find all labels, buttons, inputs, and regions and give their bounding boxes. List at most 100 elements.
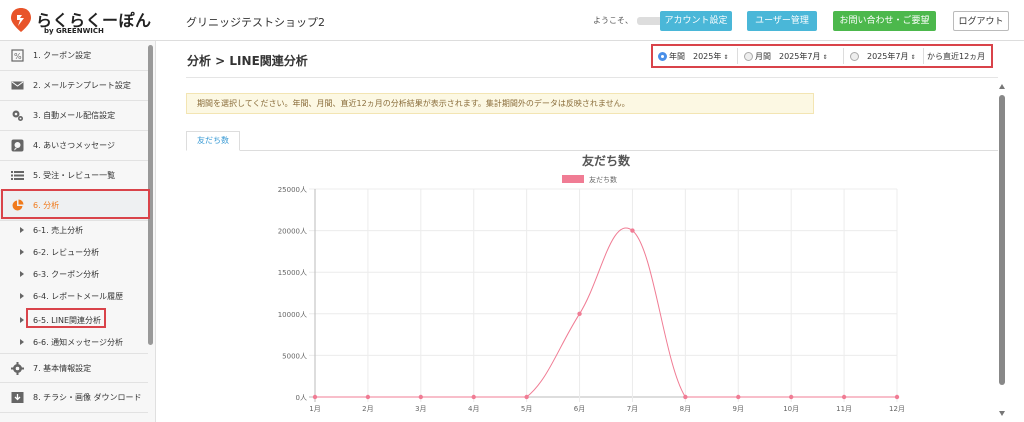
sidebar-item-label: 1. クーポン設定 — [33, 51, 92, 60]
sidebar-item-label: 2. メールテンプレート設定 — [33, 81, 131, 90]
radio-month[interactable] — [744, 52, 753, 61]
sidebar: % 1. クーポン設定 2. メールテンプレート設定 3. 自動メール配信設定 … — [0, 41, 156, 422]
recent-select[interactable]: 2025年7月 ⇕ — [864, 49, 924, 64]
data-point — [788, 394, 794, 400]
app-logo[interactable]: らくらくーぽん by GREENWICH — [10, 6, 151, 36]
divider — [737, 48, 738, 64]
shop-name: グリニッジテストショップ2 — [186, 16, 325, 29]
coupon-icon: % — [11, 49, 24, 62]
sidebar-item-orders[interactable]: 5. 受注・レビュー一覧 — [0, 161, 148, 191]
sidebar-subitem-coupon[interactable]: 6-3. クーポン分析 — [0, 263, 148, 285]
sidebar-subitem-sales[interactable]: 6-1. 売上分析 — [0, 219, 148, 241]
x-tick-label: 7月 — [627, 405, 638, 413]
scroll-up-arrow-icon[interactable] — [999, 84, 1005, 89]
radio-recent[interactable] — [850, 52, 859, 61]
list-icon — [11, 171, 24, 180]
pie-chart-icon — [12, 199, 24, 211]
caret-right-icon — [20, 317, 24, 323]
divider — [923, 48, 924, 64]
sidebar-item-label: 8. チラシ・画像 ダウンロード — [33, 393, 142, 402]
sidebar-item-label: 5. 受注・レビュー一覧 — [33, 171, 116, 180]
sidebar-subitem-line[interactable]: 6-5. LINE関連分析 — [0, 309, 148, 331]
radio-year[interactable] — [658, 52, 667, 61]
sidebar-subitem-notification[interactable]: 6-6. 通知メッセージ分析 — [0, 331, 148, 353]
sidebar-item-label: 6. 分析 — [33, 201, 60, 210]
x-tick-label: 10月 — [783, 405, 799, 413]
page-title: 分析 > LINE関連分析 — [187, 54, 308, 68]
y-tick-label: 10000人 — [278, 311, 307, 319]
user-management-button[interactable]: ユーザー管理 — [747, 11, 817, 31]
scroll-down-arrow-icon[interactable] — [999, 411, 1005, 416]
x-tick-label: 11月 — [836, 405, 852, 413]
notice-alert: 期間を選択してください。年間、月間、直近12ヵ月の分析結果が表示されます。集計期… — [186, 93, 814, 114]
data-point — [894, 394, 900, 400]
logo-pin-icon — [11, 8, 31, 32]
sidebar-item-download[interactable]: 8. チラシ・画像 ダウンロード — [0, 383, 148, 413]
sidebar-subitem-label: 6-4. レポートメール履歴 — [33, 292, 124, 301]
logo-subtext: by GREENWICH — [44, 27, 104, 35]
download-icon — [11, 392, 24, 403]
period-selector: 年間 2025年 ⇕ 月間 2025年7月 ⇕ 2025年7月 ⇕ から直近12ヵ月 — [651, 44, 993, 68]
y-tick-label: 20000人 — [278, 228, 307, 236]
caret-right-icon — [20, 249, 24, 255]
data-point — [577, 311, 582, 316]
title-divider — [186, 77, 998, 78]
select-arrows-icon: ⇕ — [822, 54, 828, 61]
data-point — [524, 394, 529, 400]
sidebar-subitem-review[interactable]: 6-2. レビュー分析 — [0, 241, 148, 263]
sidebar-scrollbar[interactable] — [148, 45, 153, 345]
sidebar-subitem-report-mail[interactable]: 6-4. レポートメール履歴 — [0, 285, 148, 307]
sidebar-subitem-label: 6-1. 売上分析 — [33, 226, 84, 235]
caret-right-icon — [20, 339, 24, 345]
legend-label: 友だち数 — [589, 175, 617, 184]
account-settings-button[interactable]: アカウント設定 — [660, 11, 732, 31]
data-point — [841, 394, 847, 400]
data-point — [630, 228, 635, 233]
caret-right-icon — [20, 271, 24, 277]
month-select[interactable]: 2025年7月 ⇕ — [776, 49, 838, 64]
x-tick-label: 1月 — [309, 405, 320, 413]
month-select-value: 2025年7月 — [779, 52, 821, 61]
svg-text:%: % — [14, 52, 22, 61]
data-point — [471, 394, 476, 400]
y-tick-label: 15000人 — [278, 269, 307, 277]
year-label: 年間 — [669, 52, 685, 61]
select-arrows-icon: ⇕ — [723, 54, 729, 61]
sidebar-item-label: 7. 基本情報設定 — [33, 364, 92, 373]
recent-suffix: から直近12ヵ月 — [927, 52, 986, 61]
x-tick-label: 8月 — [680, 405, 691, 413]
chart-title: 友だち数 — [581, 153, 631, 168]
y-tick-label: 25000人 — [278, 186, 307, 194]
top-header: らくらくーぽん by GREENWICH グリニッジテストショップ2 ようこそ、… — [0, 0, 1024, 41]
x-tick-label: 12月 — [889, 405, 905, 413]
divider — [843, 48, 844, 64]
sidebar-item-auto-mail[interactable]: 3. 自動メール配信設定 — [0, 101, 148, 131]
contact-button[interactable]: お問い合わせ・ご要望 — [833, 11, 936, 31]
caret-right-icon — [20, 227, 24, 233]
sidebar-item-coupon[interactable]: % 1. クーポン設定 — [0, 41, 148, 71]
y-tick-label: 5000人 — [282, 352, 307, 360]
sidebar-subitem-label: 6-6. 通知メッセージ分析 — [33, 338, 123, 347]
sidebar-item-greeting[interactable]: 4. あいさつメッセージ — [0, 131, 148, 161]
sidebar-subitem-label: 6-5. LINE関連分析 — [33, 316, 102, 325]
x-tick-label: 5月 — [521, 405, 532, 413]
welcome-label: ようこそ、 — [593, 16, 633, 25]
main-scrollbar[interactable] — [999, 95, 1005, 385]
data-point — [683, 394, 688, 400]
sidebar-item-label: 3. 自動メール配信設定 — [33, 111, 116, 120]
logout-button[interactable]: ログアウト — [953, 11, 1009, 31]
sidebar-item-label: 4. あいさつメッセージ — [33, 141, 116, 150]
sidebar-item-basic-info[interactable]: 7. 基本情報設定 — [0, 353, 148, 383]
recent-select-value: 2025年7月 — [867, 52, 909, 61]
x-tick-label: 9月 — [733, 405, 744, 413]
x-tick-label: 6月 — [574, 405, 585, 413]
select-arrows-icon: ⇕ — [910, 54, 916, 61]
gear-icon — [11, 362, 24, 375]
data-point — [365, 394, 371, 400]
envelope-icon — [11, 81, 24, 90]
sidebar-item-analysis[interactable]: 6. 分析 — [0, 191, 148, 221]
x-tick-label: 4月 — [468, 405, 479, 413]
tab-friends[interactable]: 友だち数 — [186, 131, 240, 151]
sidebar-item-mail-template[interactable]: 2. メールテンプレート設定 — [0, 71, 148, 101]
year-select[interactable]: 2025年 ⇕ — [690, 49, 732, 64]
